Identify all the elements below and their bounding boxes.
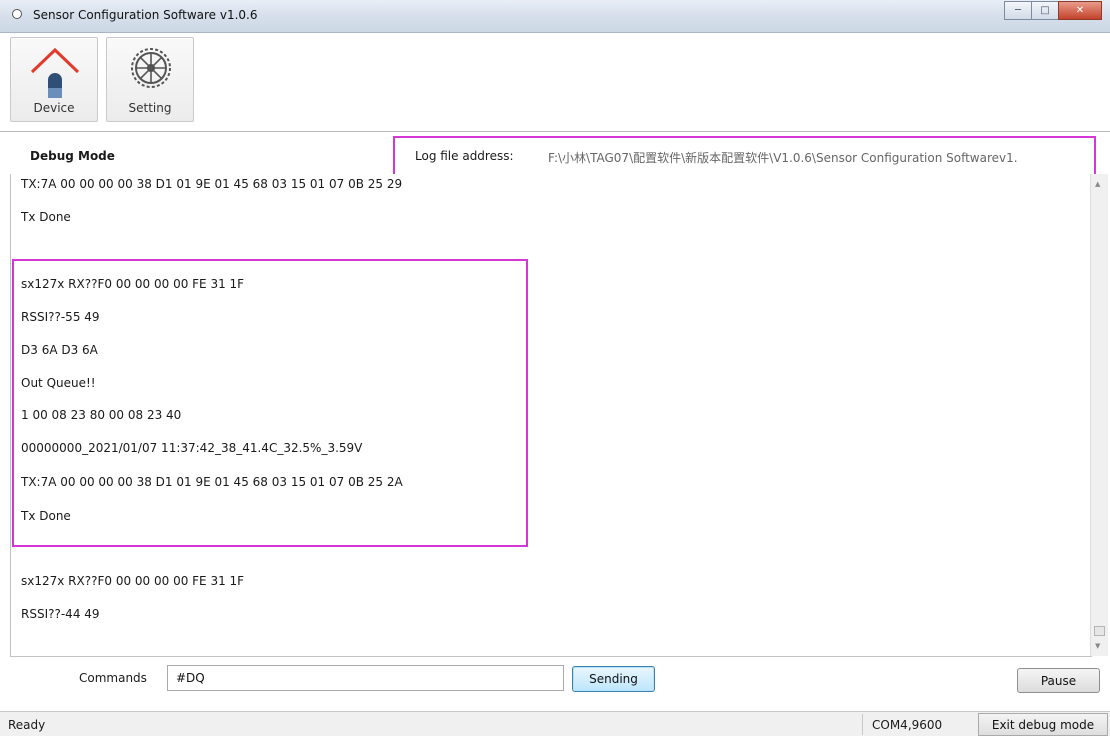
toolbar: Device Setting <box>10 35 1110 129</box>
log-address-highlight <box>393 136 1096 176</box>
log-line: sx127x RX??F0 00 00 00 00 FE 31 1F <box>21 574 245 588</box>
scroll-down-icon[interactable]: ▼ <box>1095 642 1100 650</box>
setting-label: Setting <box>128 101 172 115</box>
window-controls: ─ □ ✕ <box>1004 1 1102 20</box>
gear-icon <box>131 48 171 88</box>
scroll-thumb[interactable] <box>1094 626 1105 636</box>
device-label: Device <box>33 101 75 115</box>
close-button[interactable]: ✕ <box>1058 1 1102 20</box>
exit-debug-button[interactable]: Exit debug mode <box>978 713 1108 736</box>
maximize-button[interactable]: □ <box>1031 1 1059 20</box>
debug-mode-title: Debug Mode <box>30 149 115 163</box>
com-port-status: COM4,9600 <box>872 718 943 732</box>
log-line: Tx Done <box>21 210 71 224</box>
log-scrollbar[interactable]: ▲ ▼ <box>1090 174 1108 656</box>
window-title: Sensor Configuration Software v1.0.6 <box>33 8 258 22</box>
scroll-up-icon[interactable]: ▲ <box>1095 180 1100 188</box>
log-highlight-box <box>12 259 528 547</box>
pause-button[interactable]: Pause <box>1017 668 1100 693</box>
log-line: RSSI??-44 49 <box>21 607 100 621</box>
title-bar: Sensor Configuration Software v1.0.6 ─ □… <box>0 0 1110 33</box>
status-divider <box>862 714 863 735</box>
toolbar-divider <box>0 131 1110 132</box>
status-text: Ready <box>8 718 46 732</box>
app-icon <box>12 9 22 19</box>
status-bar: Ready COM4,9600 Exit debug mode <box>0 711 1110 736</box>
commands-input[interactable] <box>167 665 564 691</box>
commands-label: Commands <box>79 671 147 685</box>
home-icon <box>30 47 80 98</box>
setting-button[interactable]: Setting <box>106 37 194 122</box>
device-button[interactable]: Device <box>10 37 98 122</box>
send-button[interactable]: Sending <box>572 666 655 692</box>
minimize-button[interactable]: ─ <box>1004 1 1032 20</box>
log-line: TX:7A 00 00 00 00 38 D1 01 9E 01 45 68 0… <box>21 177 403 191</box>
